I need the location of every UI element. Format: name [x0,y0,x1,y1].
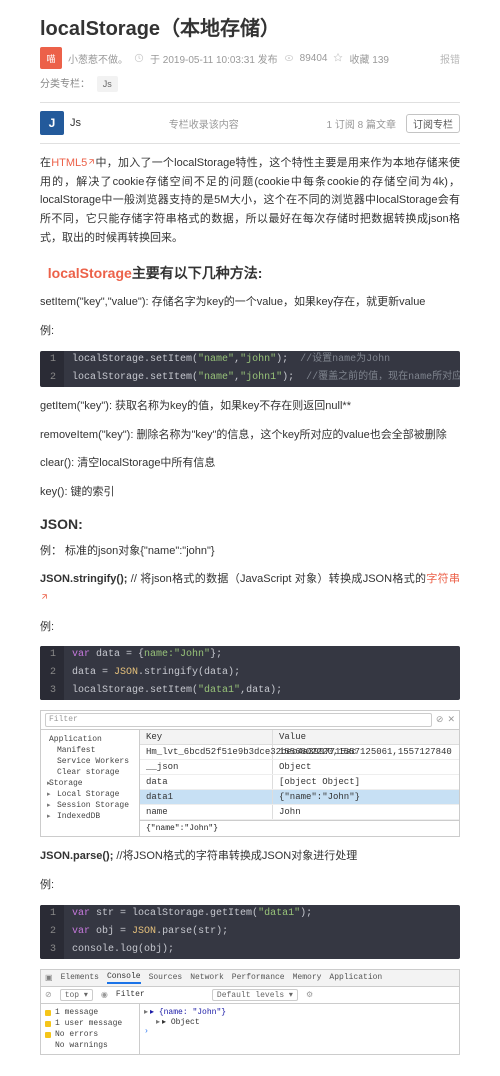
star-icon [333,53,343,63]
author-name[interactable]: 小葱惹不做。 [68,51,128,66]
devtools-levels-select[interactable]: Default levels ▾ [212,989,298,1001]
tree-item[interactable]: Manifest [45,745,135,756]
devtools-tabbar[interactable]: ▣ Elements Console Sources Network Performanc… [41,970,459,987]
column-bar: J Js 专栏收录该内容 1 订阅 8 篇文章 订阅专栏 [40,102,460,144]
code-block-setitem: 1localStorage.setItem("name","john"); //… [40,351,460,387]
view-count: 89404 [300,53,328,64]
report-link[interactable]: 报错 [440,51,460,66]
console-log-line[interactable]: ▸▸ Object [144,1017,455,1027]
json-parse-line: JSON.parse(); //将JSON格式的字符串转换成JSON对象进行处理 [40,847,460,866]
devtools-message-sidebar[interactable]: 1 message1 user messageNo errorsNo warni… [41,1004,140,1054]
column-stats: 1 订阅 8 篇文章 [327,116,396,131]
author-avatar[interactable]: 喵 [40,47,62,69]
clear-desc: clear(): 清空localStorage中所有信息 [40,454,460,473]
devtools-tab[interactable]: Application [329,973,382,982]
devtools-cross-icon[interactable]: ✕ [447,715,455,725]
setitem-desc: setItem("key","value"): 存储名字为key的一个value… [40,293,460,312]
string-link[interactable]: 字符串 [426,573,460,585]
inspect-icon[interactable]: ▣ [45,973,53,983]
subscribe-button[interactable]: 订阅专栏 [406,114,460,133]
sidebar-item[interactable]: 1 user message [45,1018,135,1029]
json-heading: JSON: [40,516,460,532]
external-link-icon [40,589,48,597]
devtools-context-select[interactable]: top ▾ [60,989,93,1001]
clock-icon [134,53,144,63]
table-row[interactable]: data1{"name":"John"} [140,790,459,805]
console-log-line[interactable]: ▸▸ {name: "John"} [144,1007,455,1017]
tree-item[interactable]: Clear storage [45,767,135,778]
html5-link[interactable]: HTML5 [51,157,87,169]
column-note: 专栏收录该内容 [81,116,327,131]
author-row: 喵 小葱惹不做。 于 2019-05-11 10:03:31 发布 89404 … [40,47,460,69]
devtools-tab[interactable]: Memory [293,973,322,982]
devtools-filter-input[interactable]: Filter [116,990,196,999]
eye-icon [284,53,294,63]
devtools-filter-input[interactable]: Filter [45,713,432,727]
kv-detail-pane: {"name":"John"} [140,820,459,836]
devtools-tab[interactable]: Network [190,973,224,982]
kv-value-header: Value [273,730,459,744]
page-title: localStorage（本地存储） [40,12,460,41]
sidebar-item[interactable]: No errors [45,1029,135,1040]
intro-para: 在HTML5中，加入了一个localStorage特性，这个特性主要是用来作为本… [40,154,460,247]
code-block-stringify: 1var data = {name:"John"};2data = JSON.s… [40,646,460,700]
tree-item[interactable]: Application [45,734,135,745]
example-label: 例: [40,322,460,341]
devtools-clear-icon[interactable]: ⊘ [436,715,444,725]
sidebar-item[interactable]: 1 message [45,1007,135,1018]
example-label: 例: [40,618,460,637]
json-std-line: 例： 标准的json对象{"name":"john"} [40,542,460,561]
devtools-keyvalue-table[interactable]: Key Value Hm_lvt_6bcd52f51e9b3dce32bec4a… [140,730,459,836]
example-label: 例: [40,876,460,895]
devtools-eye-icon[interactable]: ◉ [101,990,108,1000]
category-label: 分类专栏： [40,79,90,90]
sidebar-item[interactable]: No warnings [45,1040,135,1051]
devtools-gear-icon[interactable]: ⚙ [306,990,313,1000]
devtools-tab[interactable]: Elements [61,973,99,982]
key-desc: key(): 键的索引 [40,483,460,502]
devtools-subbar[interactable]: ⊘ top ▾ ◉ Filter Default levels ▾ ⚙ [41,987,459,1004]
publish-time: 于 2019-05-11 10:03:31 发布 [150,51,278,66]
collect-count: 收藏 139 [349,51,388,66]
console-prompt[interactable]: › [144,1027,455,1036]
devtools-application-panel: Filter ⊘ ✕ ApplicationManifestService Wo… [40,710,460,837]
category-tag[interactable]: Js [97,76,118,92]
tree-item[interactable]: ▸Session Storage [45,800,135,811]
devtools-clear-icon[interactable]: ⊘ [45,990,52,1000]
table-row[interactable]: Hm_lvt_6bcd52f51e9b3dce32bec4a3997715ac1… [140,745,459,760]
table-row[interactable]: nameJohn [140,805,459,820]
removeitem-desc: removeItem("key"): 删除名称为"key"的信息，这个key所对… [40,426,460,445]
column-avatar[interactable]: J [40,111,64,135]
tag-row: 分类专栏： Js [40,75,460,92]
table-row[interactable]: __jsonObject [140,760,459,775]
devtools-console-panel: ▣ Elements Console Sources Network Performanc… [40,969,460,1055]
devtools-tab[interactable]: Performance [232,973,285,982]
tree-item[interactable]: Service Workers [45,756,135,767]
kv-key-header: Key [140,730,273,744]
methods-heading: localStorage主要有以下几种方法: [40,263,460,283]
devtools-tab[interactable]: Sources [149,973,183,982]
devtools-console-output[interactable]: ▸▸ {name: "John"} ▸▸ Object › [140,1004,459,1054]
tree-item[interactable]: ▸IndexedDB [45,811,135,822]
devtools-tab[interactable]: Console [107,972,141,984]
json-stringify-line: JSON.stringify(); // 将json格式的数据（JavaScri… [40,570,460,607]
tree-item[interactable]: ▸Storage [45,778,135,789]
devtools-app-tree[interactable]: ApplicationManifestService WorkersClear … [41,730,140,836]
code-block-parse: 1var str = localStorage.getItem("data1")… [40,905,460,959]
getitem-desc: getItem("key"): 获取名称为key的值，如果key不存在则返回nu… [40,397,460,416]
tree-item[interactable]: ▸Local Storage [45,789,135,800]
column-name[interactable]: Js [70,117,81,129]
table-row[interactable]: data[object Object] [140,775,459,790]
